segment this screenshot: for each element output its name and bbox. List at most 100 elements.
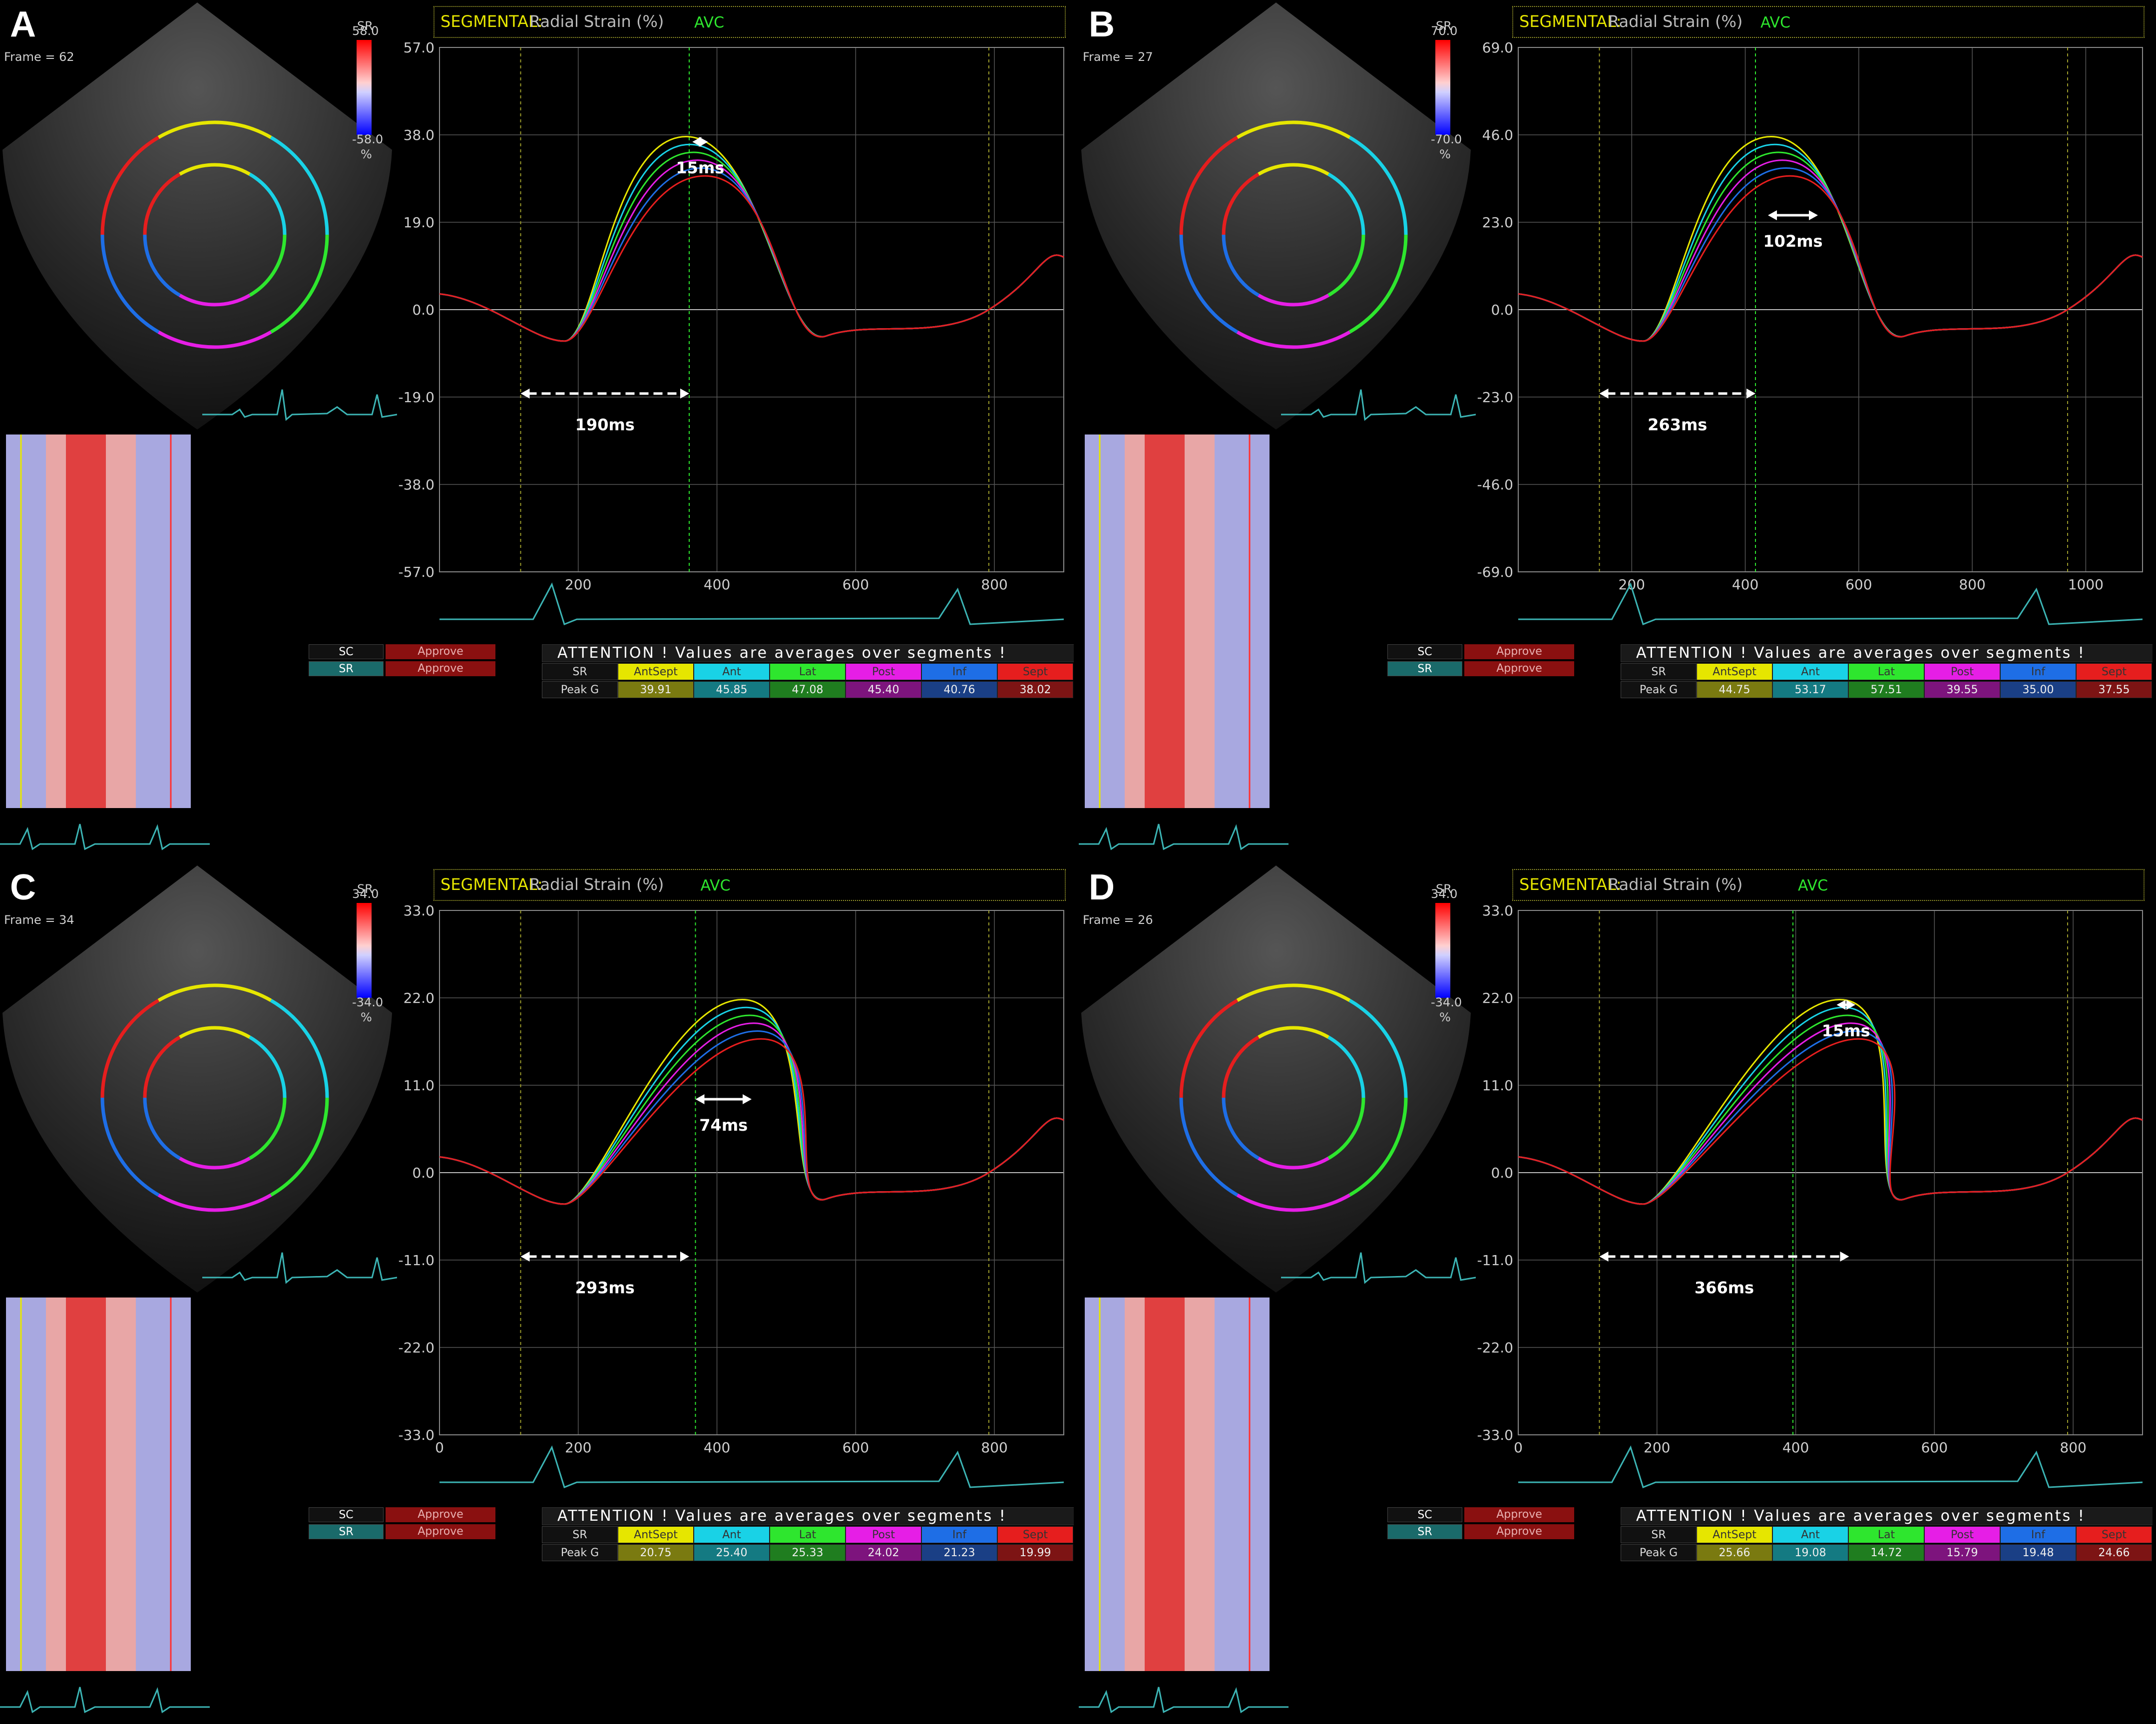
peak-value-sept: 38.02 — [997, 681, 1073, 698]
strain-curve-antsept — [1518, 135, 2143, 342]
ecg-trace-small — [202, 1252, 397, 1284]
long-interval-label: 366ms — [1695, 1279, 1754, 1297]
sr-scale-max: 34.0 — [352, 887, 379, 901]
segment-header-post: Post — [1924, 663, 2000, 680]
attention-text: ATTENTION ! Values are averages over seg… — [1636, 1507, 2086, 1525]
segment-header-antsept: AntSept — [618, 663, 694, 680]
approve-sr-button[interactable]: Approve — [1464, 661, 1574, 676]
strain-curve-inf — [439, 167, 1064, 342]
y-tick-label: -69.0 — [1477, 564, 1513, 580]
segment-header-ant: Ant — [694, 1526, 770, 1543]
m-mode-map — [6, 1297, 191, 1671]
segment-header-row: SR AntSept Ant Lat Post Inf Sept — [542, 663, 1073, 680]
avc-label: AVC — [1798, 877, 1828, 894]
avc-label: AVC — [700, 877, 730, 894]
strain-curve-sept — [1518, 1038, 2143, 1205]
y-tick-label: -33.0 — [1477, 1427, 1513, 1443]
y-tick-label: -19.0 — [399, 389, 434, 406]
approve-sc-button[interactable]: Approve — [1464, 1507, 1574, 1522]
strain-chart: 33.0 22.0 11.0 0.0 -11.0 -22.0 -33.00 200 400 600… — [1477, 877, 2143, 1488]
approve-sc-button[interactable]: Approve — [386, 1507, 495, 1522]
peak-value-antsept: 25.66 — [1697, 1544, 1772, 1561]
approve-controls: SC Approve SR Approve — [1387, 1507, 1574, 1541]
sr-label: SR — [1387, 661, 1462, 676]
approve-sr-button[interactable]: Approve — [386, 661, 495, 676]
segment-header-antsept: AntSept — [1697, 1526, 1772, 1543]
x-tick-label: 800 — [2060, 1439, 2086, 1456]
attention-text: ATTENTION ! Values are averages over seg… — [557, 1507, 1007, 1525]
sr-color-scale — [357, 903, 372, 998]
sc-label: SC — [1387, 644, 1462, 659]
y-tick-label: 0.0 — [412, 302, 434, 318]
x-tick-label: 600 — [1921, 1439, 1948, 1456]
frame-counter: Frame = 27 — [1083, 50, 1153, 64]
sr-scale-min: -70.0 — [1431, 132, 1462, 146]
peak-value-inf: 40.76 — [921, 681, 997, 698]
approve-sr-button[interactable]: Approve — [1464, 1524, 1574, 1539]
y-tick-label: 22.0 — [1482, 990, 1513, 1006]
y-tick-label: 33.0 — [404, 902, 434, 919]
long-interval-label: 293ms — [575, 1279, 635, 1297]
peak-value-sept: 19.99 — [997, 1544, 1073, 1561]
strain-curve-lat — [1518, 151, 2143, 342]
y-tick-label: -33.0 — [399, 1427, 434, 1443]
long-interval-label: 190ms — [575, 416, 635, 434]
peak-value-inf: 35.00 — [2000, 681, 2076, 698]
strain-chart: 69.046.023.00.0-23.0-46.0-69.0200 400 600 8… — [1477, 14, 2143, 625]
short-interval-label: 102ms — [1763, 232, 1822, 251]
strain-curve-ant — [439, 1006, 1064, 1205]
panel-c: C Frame = 34 SR 34.0 -34.0 % SEGMENTAL: … — [0, 863, 1074, 1721]
strain-curve-ant — [1518, 143, 2143, 342]
sc-label: SC — [309, 1507, 384, 1522]
short-interval-label: 74ms — [699, 1116, 748, 1135]
strain-curve-post — [1518, 1022, 2143, 1205]
segment-header-row: SR AntSept Ant Lat Post Inf Sept — [1621, 1526, 2152, 1543]
y-tick-label: 0.0 — [1491, 1165, 1513, 1181]
attention-banner: ATTENTION ! Values are averages over seg… — [1621, 644, 2153, 662]
segment-header-ant: Ant — [1772, 1526, 1848, 1543]
x-tick-label: 200 — [565, 576, 591, 593]
sr-scale-unit: % — [1439, 1010, 1451, 1024]
sc-label: SC — [309, 644, 384, 659]
x-tick-label: 600 — [1845, 576, 1872, 593]
strain-curve-sept — [439, 175, 1064, 342]
approve-sc-button[interactable]: Approve — [386, 644, 495, 659]
strain-curve-sept — [1518, 175, 2143, 342]
peak-value-lat: 57.51 — [1848, 681, 1924, 698]
ecg-trace — [1518, 1445, 2143, 1488]
segment-header-ant: Ant — [1772, 663, 1848, 680]
short-interval-label: 15ms — [676, 158, 724, 177]
y-tick-label: 11.0 — [404, 1077, 434, 1094]
attention-banner: ATTENTION ! Values are averages over seg… — [542, 1507, 1074, 1525]
sr-scale-unit: % — [361, 147, 372, 161]
row-label-peak: Peak G — [542, 1544, 618, 1561]
sr-color-scale — [1435, 40, 1450, 135]
segment-header-antsept: AntSept — [1697, 663, 1772, 680]
sr-scale-unit: % — [1439, 147, 1451, 161]
strain-chart: 33.0 22.0 11.0 0.0 -11.0 -22.0 -33.00 200 400 600… — [399, 877, 1064, 1488]
approve-controls: SC Approve SR Approve — [309, 1507, 495, 1541]
row-label-sr: SR — [542, 1526, 618, 1543]
peak-value-post: 45.40 — [846, 681, 921, 698]
m-mode-map — [1085, 434, 1270, 808]
peak-value-post: 15.79 — [1924, 1544, 2000, 1561]
row-label-peak: Peak G — [1621, 681, 1697, 698]
strain-chart: 57.0 38.0 19.0 0.0 -19.0 -38.0 -57.0 200 400 600 8… — [399, 14, 1064, 625]
peak-value-ant: 19.08 — [1772, 1544, 1848, 1561]
x-tick-label: 800 — [981, 576, 1007, 593]
x-tick-label: 1000 — [2068, 576, 2104, 593]
approve-sr-button[interactable]: Approve — [386, 1524, 495, 1539]
approve-sc-button[interactable]: Approve — [1464, 644, 1574, 659]
long-interval-label: 263ms — [1648, 416, 1707, 434]
segment-header-post: Post — [1924, 1526, 2000, 1543]
avc-label: AVC — [1760, 14, 1790, 31]
segment-header-inf: Inf — [2000, 663, 2076, 680]
strain-curve-antsept — [439, 998, 1064, 1205]
segment-header-sept: Sept — [997, 1526, 1073, 1543]
sr-scale-min: -34.0 — [352, 995, 384, 1009]
peak-value-antsept: 20.75 — [618, 1544, 694, 1561]
y-tick-label: 0.0 — [412, 1165, 434, 1181]
echo-image — [1081, 865, 1471, 1293]
sr-label: SR — [1387, 1524, 1462, 1539]
panel-letter: C — [10, 867, 36, 907]
